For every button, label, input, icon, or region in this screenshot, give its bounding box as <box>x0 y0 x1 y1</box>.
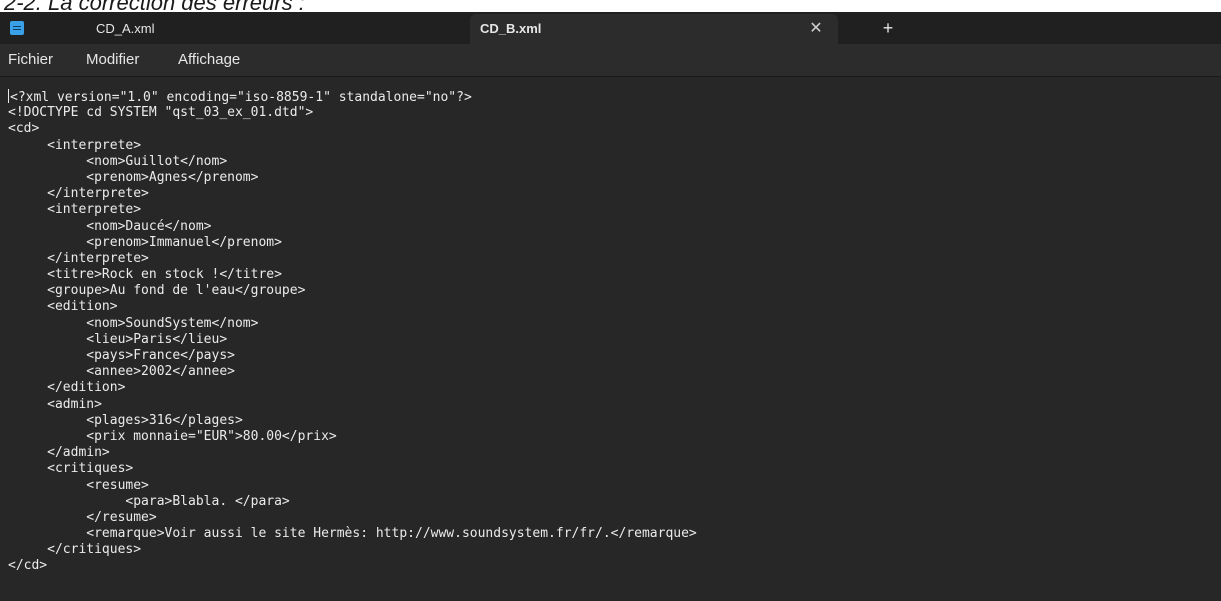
tab-cd-a[interactable]: CD_A.xml <box>0 14 470 44</box>
code-line: </critiques> <box>8 542 142 558</box>
code-content: <?xml version="1.0" encoding="iso-8859-1… <box>8 89 1213 597</box>
code-line: </interprete> <box>8 250 149 266</box>
tab-cd-b[interactable]: CD_B.xml ✕ <box>470 14 838 44</box>
tab-bar: CD_A.xml CD_B.xml ✕ + <box>0 12 1221 44</box>
code-line: <remarque>Voir aussi le site Hermès: htt… <box>8 526 697 542</box>
code-line: <nom>Guillot</nom> <box>8 153 228 169</box>
close-icon[interactable]: ✕ <box>805 17 827 39</box>
tab-cd-b-label: CD_B.xml <box>480 21 542 36</box>
code-line: <critiques> <box>8 461 134 477</box>
code-line: </interprete> <box>8 186 149 202</box>
code-line: <plages>316</plages> <box>8 412 243 428</box>
code-line: <prix monnaie="EUR">80.00</prix> <box>8 428 337 444</box>
menu-affichage[interactable]: Affichage <box>178 51 240 68</box>
tab-cd-a-label: CD_A.xml <box>96 21 155 36</box>
code-line: <groupe>Au fond de l'eau</groupe> <box>8 283 306 299</box>
menu-fichier[interactable]: Fichier <box>8 51 53 68</box>
code-line: <titre>Rock en stock !</titre> <box>8 267 282 283</box>
code-line-text: <?xml version="1.0" encoding="iso-8859-1… <box>10 90 472 105</box>
notepad-icon <box>10 21 24 35</box>
menu-modifier[interactable]: Modifier <box>86 51 139 68</box>
plus-icon[interactable]: + <box>876 16 900 40</box>
code-line: <lieu>Paris</lieu> <box>8 331 228 347</box>
code-line: <prenom>Immanuel</prenom> <box>8 234 282 250</box>
code-line: <?xml version="1.0" encoding="iso-8859-1… <box>8 89 1213 105</box>
text-caret <box>8 89 9 103</box>
code-line: </resume> <box>8 509 157 525</box>
code-line: <prenom>Agnes</prenom> <box>8 169 259 185</box>
code-line: <interprete> <box>8 137 142 153</box>
code-line: <edition> <box>8 299 118 315</box>
code-line: </edition> <box>8 380 126 396</box>
code-line: </cd> <box>8 558 48 574</box>
text-editor[interactable]: <?xml version="1.0" encoding="iso-8859-1… <box>0 77 1221 601</box>
code-line: <!DOCTYPE cd SYSTEM "qst_03_ex_01.dtd"> <box>8 105 314 121</box>
code-line: <nom>SoundSystem</nom> <box>8 315 259 331</box>
page: 2-2. La correction des erreurs : CD_A.xm… <box>0 0 1221 601</box>
code-line: <resume> <box>8 477 149 493</box>
code-line: <pays>France</pays> <box>8 348 235 363</box>
code-line: <nom>Daucé</nom> <box>8 218 212 234</box>
notepad-window: CD_A.xml CD_B.xml ✕ + Fichier Modifier A… <box>0 12 1221 601</box>
code-line: <cd> <box>8 121 40 137</box>
code-line: <annee>2002</annee> <box>8 364 235 380</box>
code-line: <interprete> <box>8 202 142 218</box>
menu-bar: Fichier Modifier Affichage <box>0 44 1221 77</box>
document-caption: 2-2. La correction des erreurs : <box>4 0 305 15</box>
code-line: <para>Blabla. </para> <box>8 493 290 509</box>
code-line: </admin> <box>8 445 110 461</box>
code-line: <admin> <box>8 396 102 412</box>
